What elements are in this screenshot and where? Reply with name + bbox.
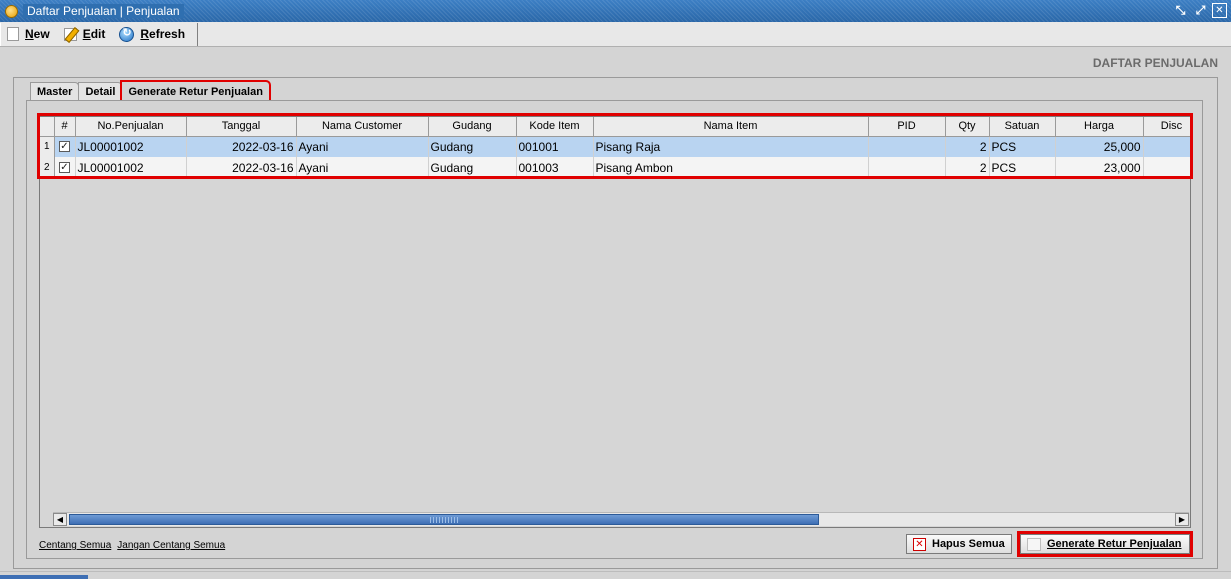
table-row[interactable]: 2 ✓ JL00001002 2022-03-16 Ayani Gudang 0… (40, 157, 1190, 178)
tab-generate-retur-penjualan[interactable]: Generate Retur Penjualan (120, 80, 271, 102)
header-disc[interactable]: Disc (1143, 117, 1190, 137)
tab-bar: Master Detail Generate Retur Penjualan (30, 80, 271, 102)
scrollbar-thumb[interactable] (69, 514, 819, 525)
new-button-label: New (25, 27, 50, 41)
hapus-semua-label: Hapus Semua (932, 538, 1005, 550)
app-icon (5, 4, 18, 18)
page-heading: DAFTAR PENJUALAN (1092, 56, 1218, 70)
cell-tanggal: 2022-03-16 (186, 157, 297, 178)
cell-no-penjualan: JL00001002 (75, 136, 187, 157)
refresh-button-label: Refresh (140, 27, 186, 41)
toolbar: New Edit Refresh (0, 22, 1231, 47)
new-document-icon (7, 27, 19, 41)
header-qty[interactable]: Qty (945, 117, 990, 137)
maximize-icon[interactable]: ⤢ (1192, 2, 1209, 19)
table-row[interactable]: 1 ✓ JL00001002 2022-03-16 Ayani Gudang 0… (40, 136, 1190, 157)
header-gudang[interactable]: Gudang (428, 117, 517, 137)
header-no-penjualan[interactable]: No.Penjualan (75, 117, 187, 137)
cell-gudang: Gudang (428, 157, 517, 178)
cell-kode-item: 001001 (516, 136, 594, 157)
row-number: 2 (40, 157, 55, 178)
cell-customer: Ayani (296, 157, 429, 178)
header-rownum (40, 117, 55, 137)
horizontal-scrollbar[interactable]: ◀ ▶ (53, 512, 1189, 526)
cell-tanggal: 2022-03-16 (186, 136, 297, 157)
header-kode-item[interactable]: Kode Item (516, 117, 594, 137)
cell-satuan: PCS (989, 157, 1056, 178)
edit-button[interactable]: Edit (58, 24, 114, 45)
uncheck-all-link[interactable]: Jangan Centang Semua (117, 540, 225, 551)
header-check[interactable]: # (54, 117, 76, 137)
cell-pid (868, 136, 946, 157)
scroll-right-arrow-icon[interactable]: ▶ (1175, 513, 1189, 526)
header-satuan[interactable]: Satuan (989, 117, 1056, 137)
hapus-semua-button[interactable]: ✕ Hapus Semua (906, 534, 1012, 554)
scrollbar-grip (430, 517, 458, 523)
row-number: 1 (40, 136, 55, 157)
header-nama-customer[interactable]: Nama Customer (296, 117, 429, 137)
cell-customer: Ayani (296, 136, 429, 157)
status-bar (0, 571, 1231, 579)
restore-icon[interactable]: ⤡ (1172, 2, 1189, 19)
toolbar-group: New Edit Refresh (0, 22, 199, 46)
window-controls: ⤡ ⤢ ✕ (1172, 2, 1227, 19)
tab-master[interactable]: Master (30, 82, 80, 101)
cell-pid (868, 157, 946, 178)
generate-icon (1027, 537, 1041, 551)
cell-nama-item: Pisang Raja (593, 136, 869, 157)
cell-disc (1143, 157, 1190, 178)
edit-button-label: Edit (82, 27, 106, 41)
scroll-left-arrow-icon[interactable]: ◀ (53, 513, 67, 526)
generate-retur-button[interactable]: Generate Retur Penjualan (1017, 531, 1193, 557)
cell-disc (1143, 136, 1190, 157)
header-pid[interactable]: PID (868, 117, 946, 137)
selection-links: Centang Semua Jangan Centang Semua (39, 540, 225, 551)
sales-table: # No.Penjualan Tanggal Nama Customer Gud… (40, 117, 1190, 178)
refresh-button[interactable]: Refresh (113, 24, 193, 45)
cell-qty: 2 (945, 157, 990, 178)
cell-no-penjualan: JL00001002 (75, 157, 187, 178)
status-indicator (0, 575, 88, 579)
cell-gudang: Gudang (428, 136, 517, 157)
refresh-icon (119, 26, 135, 42)
delete-icon: ✕ (913, 537, 926, 551)
row-checkbox[interactable]: ✓ (59, 162, 70, 173)
window-title: Daftar Penjualan | Penjualan (23, 4, 184, 18)
cell-satuan: PCS (989, 136, 1056, 157)
cell-harga: 23,000 (1055, 157, 1144, 178)
row-checkbox[interactable]: ✓ (59, 141, 70, 153)
edit-pencil-icon (63, 27, 77, 41)
row-checkbox-cell[interactable]: ✓ (54, 157, 76, 178)
cell-harga: 25,000 (1055, 136, 1144, 157)
check-all-link[interactable]: Centang Semua (39, 540, 111, 551)
new-button[interactable]: New (1, 24, 58, 45)
header-tanggal[interactable]: Tanggal (186, 117, 297, 137)
header-nama-item[interactable]: Nama Item (593, 117, 869, 137)
tab-detail[interactable]: Detail (78, 82, 123, 101)
close-icon[interactable]: ✕ (1212, 3, 1227, 18)
row-checkbox-cell[interactable]: ✓ (54, 136, 76, 157)
cell-nama-item: Pisang Ambon (593, 157, 869, 178)
cell-qty: 2 (945, 136, 990, 157)
window-title-bar: Daftar Penjualan | Penjualan ⤡ ⤢ ✕ (0, 0, 1231, 22)
data-grid[interactable]: # No.Penjualan Tanggal Nama Customer Gud… (39, 116, 1191, 528)
cell-kode-item: 001003 (516, 157, 594, 178)
generate-retur-label: Generate Retur Penjualan (1047, 538, 1182, 550)
table-header-row: # No.Penjualan Tanggal Nama Customer Gud… (40, 117, 1190, 137)
header-harga[interactable]: Harga (1055, 117, 1144, 137)
